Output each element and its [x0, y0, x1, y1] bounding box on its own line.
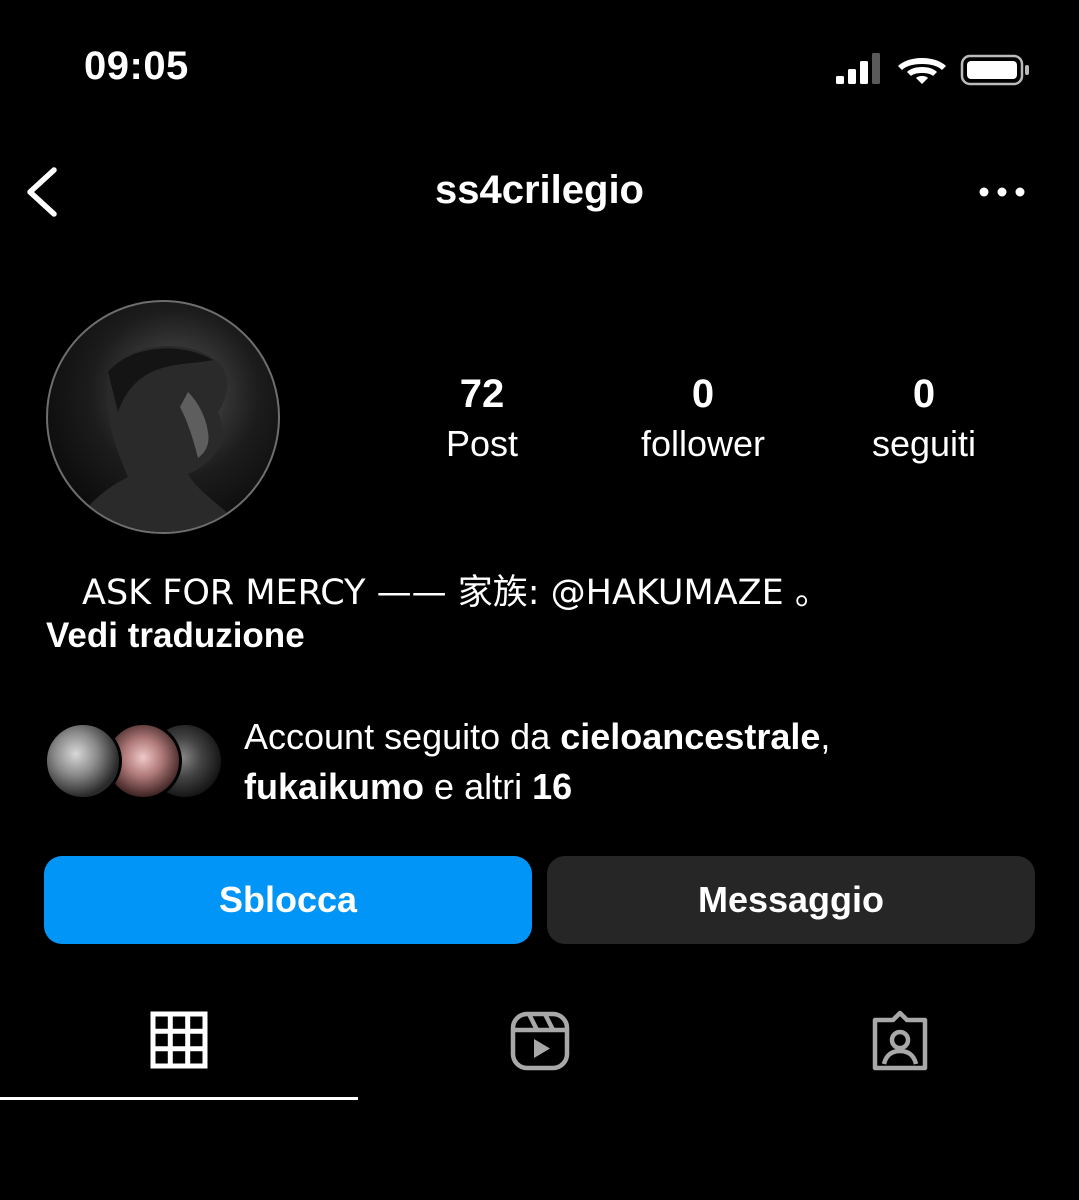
grid-icon — [150, 1011, 208, 1069]
following-value: 0 — [912, 372, 936, 416]
posts-count[interactable]: 72 Post — [372, 372, 592, 466]
tagged-icon — [872, 1010, 928, 1071]
avatar-photo — [68, 345, 248, 532]
followers-value: 0 — [691, 372, 715, 416]
followed-by-user-fukaikumo[interactable]: fukaikumo — [244, 766, 424, 807]
active-tab-indicator — [0, 1097, 358, 1100]
tab-tagged[interactable] — [720, 1002, 1079, 1102]
chevron-left-icon — [27, 167, 57, 217]
wifi-icon — [898, 58, 946, 84]
back-button[interactable] — [20, 160, 76, 224]
profile-username: ss4crilegio — [434, 168, 644, 212]
followers-label: follower — [640, 423, 766, 464]
posts-label: Post — [445, 423, 519, 464]
more-options-button[interactable] — [972, 172, 1032, 212]
status-icons — [836, 53, 1029, 86]
posts-value: 72 — [459, 372, 505, 416]
tab-posts-grid[interactable] — [0, 1002, 359, 1102]
followed-by-middle: e altri — [424, 766, 533, 807]
see-translation-link[interactable]: Vedi traduzione — [46, 616, 305, 656]
following-count[interactable]: 0 seguiti — [814, 372, 1034, 466]
unblock-button[interactable]: Sblocca — [44, 856, 532, 944]
followed-by-user-cieloancestrale[interactable]: cieloancestrale — [560, 716, 820, 757]
reels-icon — [510, 1011, 570, 1071]
followers-count[interactable]: 0 follower — [593, 372, 813, 466]
mutual-avatar[interactable] — [44, 722, 122, 800]
tab-reels[interactable] — [360, 1002, 719, 1102]
following-label: seguiti — [871, 423, 977, 464]
message-button[interactable]: Messaggio — [547, 856, 1035, 944]
followed-by-prefix: Account seguito da — [244, 716, 561, 757]
status-time: 09:05 — [84, 44, 189, 88]
profile-avatar[interactable] — [46, 300, 280, 534]
profile-bio: ASK FOR MERCY —— 家族: @HAKUMAZE 。 — [82, 573, 830, 613]
followed-by-count: 16 — [532, 766, 573, 807]
followed-by-separator: , — [820, 716, 831, 757]
more-horizontal-icon — [979, 187, 1025, 197]
cellular-signal-icon — [836, 53, 880, 84]
battery-icon — [960, 54, 1029, 86]
followed-by-text[interactable]: Account seguito da cieloancestrale, fukai… — [244, 712, 1044, 812]
